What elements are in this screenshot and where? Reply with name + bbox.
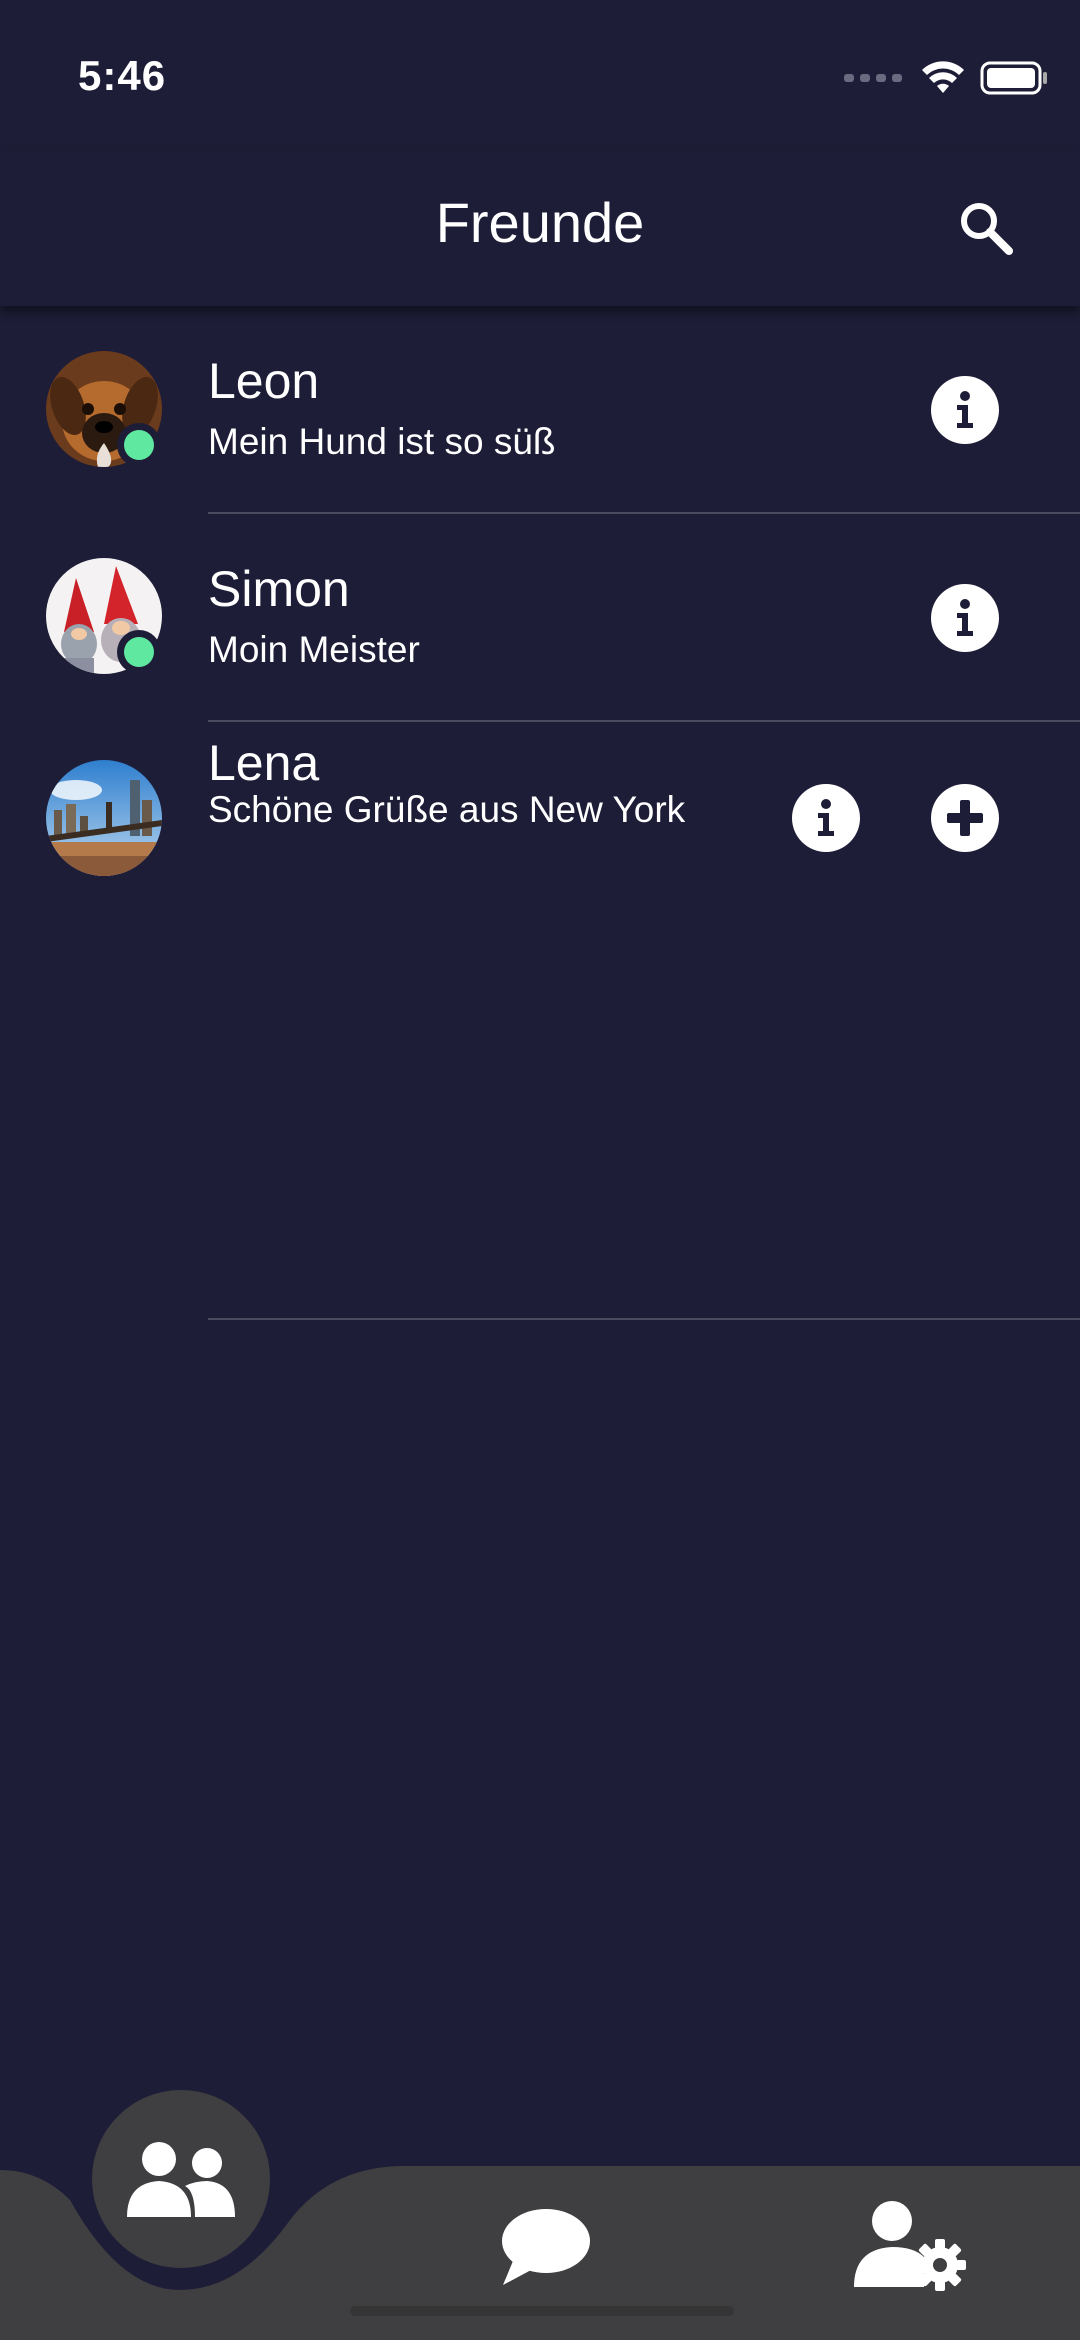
friends-icon <box>127 2142 235 2217</box>
nav-item-chats[interactable] <box>490 2192 600 2302</box>
search-button[interactable] <box>954 196 1018 260</box>
status-indicators <box>844 58 1050 98</box>
app-header: Freunde <box>0 150 1080 306</box>
info-button[interactable] <box>931 376 999 444</box>
friends-list: Leon Mein Hund ist so süß Simon Moin Mei… <box>0 306 1080 1320</box>
wifi-icon <box>922 61 964 93</box>
friend-status-message: Mein Hund ist so süß <box>208 421 556 462</box>
nav-item-friends[interactable] <box>92 2090 270 2268</box>
friend-name: Simon <box>208 561 350 617</box>
info-icon <box>957 391 973 428</box>
online-status-indicator <box>117 423 161 467</box>
friend-status-message: Schöne Grüße aus New York <box>208 789 686 830</box>
divider <box>208 1318 1080 1320</box>
search-icon <box>961 203 1013 255</box>
status-time: 5:46 <box>78 52 167 99</box>
info-icon <box>818 799 834 836</box>
info-button[interactable] <box>792 784 860 852</box>
home-indicator <box>350 2306 734 2316</box>
battery-icon <box>980 61 1047 95</box>
list-item-friend[interactable]: Leon Mein Hund ist so süß <box>0 306 1080 514</box>
chat-icon <box>502 2209 590 2285</box>
info-icon <box>957 599 973 636</box>
cellular-signal-icon <box>844 74 902 82</box>
list-item-friend[interactable]: Lena Schöne Grüße aus New York <box>0 722 1080 1320</box>
friend-name: Lena <box>208 735 320 791</box>
friend-status-message: Moin Meister <box>208 629 420 670</box>
page-title: Freunde <box>435 191 645 254</box>
friend-name: Leon <box>208 353 320 409</box>
avatar[interactable] <box>46 760 162 876</box>
status-bar: 5:46 <box>0 0 1080 150</box>
list-item-friend[interactable]: Simon Moin Meister <box>0 514 1080 722</box>
add-friend-button[interactable] <box>931 784 999 852</box>
nav-item-account-settings[interactable] <box>850 2190 974 2300</box>
info-button[interactable] <box>931 584 999 652</box>
user-settings-icon <box>854 2201 966 2291</box>
add-icon <box>947 800 983 836</box>
online-status-indicator <box>117 630 161 674</box>
